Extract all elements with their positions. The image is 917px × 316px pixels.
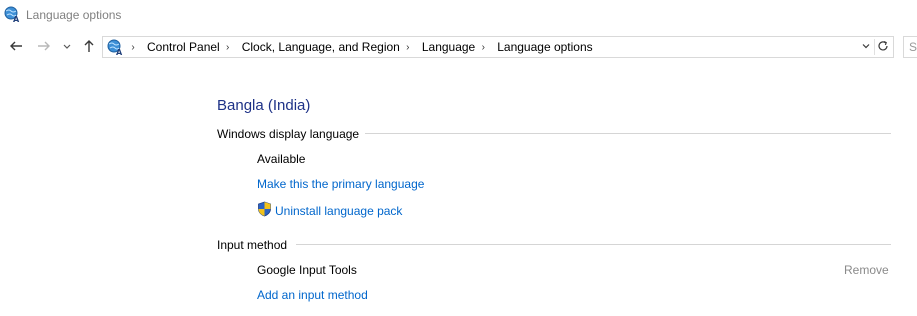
chevron-down-icon (861, 40, 871, 54)
forward-button[interactable] (36, 39, 52, 55)
chevron-right-icon[interactable]: › (224, 42, 232, 53)
make-primary-language-link[interactable]: Make this the primary language (257, 177, 424, 191)
display-language-heading: Windows display language (217, 127, 366, 141)
uac-shield-icon (257, 201, 272, 220)
address-dropdown-button[interactable] (860, 37, 872, 57)
chevron-right-icon[interactable]: › (404, 42, 412, 53)
uninstall-language-pack-link[interactable]: Uninstall language pack (257, 201, 402, 220)
breadcrumb-language[interactable]: Language (422, 40, 475, 54)
input-method-name: Google Input Tools (257, 263, 357, 277)
navigation-bar: A › Control Panel › Clock, Language, and… (0, 34, 917, 60)
svg-text:A: A (13, 15, 20, 23)
section-divider (296, 244, 891, 245)
back-button[interactable] (8, 39, 24, 55)
refresh-icon (877, 40, 889, 55)
section-divider (360, 133, 891, 134)
input-method-heading: Input method (217, 238, 294, 252)
arrow-right-icon (37, 39, 51, 56)
refresh-button[interactable] (875, 37, 891, 57)
search-box[interactable]: S (903, 36, 917, 58)
breadcrumb-control-panel[interactable]: Control Panel (147, 40, 220, 54)
address-bar[interactable]: A › Control Panel › Clock, Language, and… (102, 36, 894, 58)
remove-input-method-button[interactable]: Remove (844, 263, 889, 277)
window-title: Language options (26, 8, 122, 22)
title-bar: A Language options (0, 0, 917, 30)
breadcrumb-clock-language-region[interactable]: Clock, Language, and Region (242, 40, 400, 54)
globe-language-icon: A (107, 39, 124, 57)
breadcrumb: › Control Panel › Clock, Language, and R… (125, 37, 592, 57)
arrow-left-icon (9, 39, 23, 56)
arrow-up-icon (82, 39, 96, 56)
display-language-status: Available (257, 152, 306, 166)
globe-language-icon: A (4, 6, 21, 24)
up-button[interactable] (81, 39, 97, 55)
breadcrumb-language-options[interactable]: Language options (497, 40, 592, 54)
main-content: Bangla (India) Windows display language … (0, 60, 917, 316)
chevron-down-icon (62, 40, 72, 54)
language-title: Bangla (India) (217, 97, 311, 114)
chevron-right-icon[interactable]: › (479, 42, 487, 53)
svg-text:A: A (116, 48, 123, 56)
uninstall-language-pack-label[interactable]: Uninstall language pack (275, 204, 402, 218)
add-input-method-link[interactable]: Add an input method (257, 288, 368, 302)
recent-locations-button[interactable] (60, 39, 74, 55)
chevron-right-icon[interactable]: › (129, 42, 137, 53)
